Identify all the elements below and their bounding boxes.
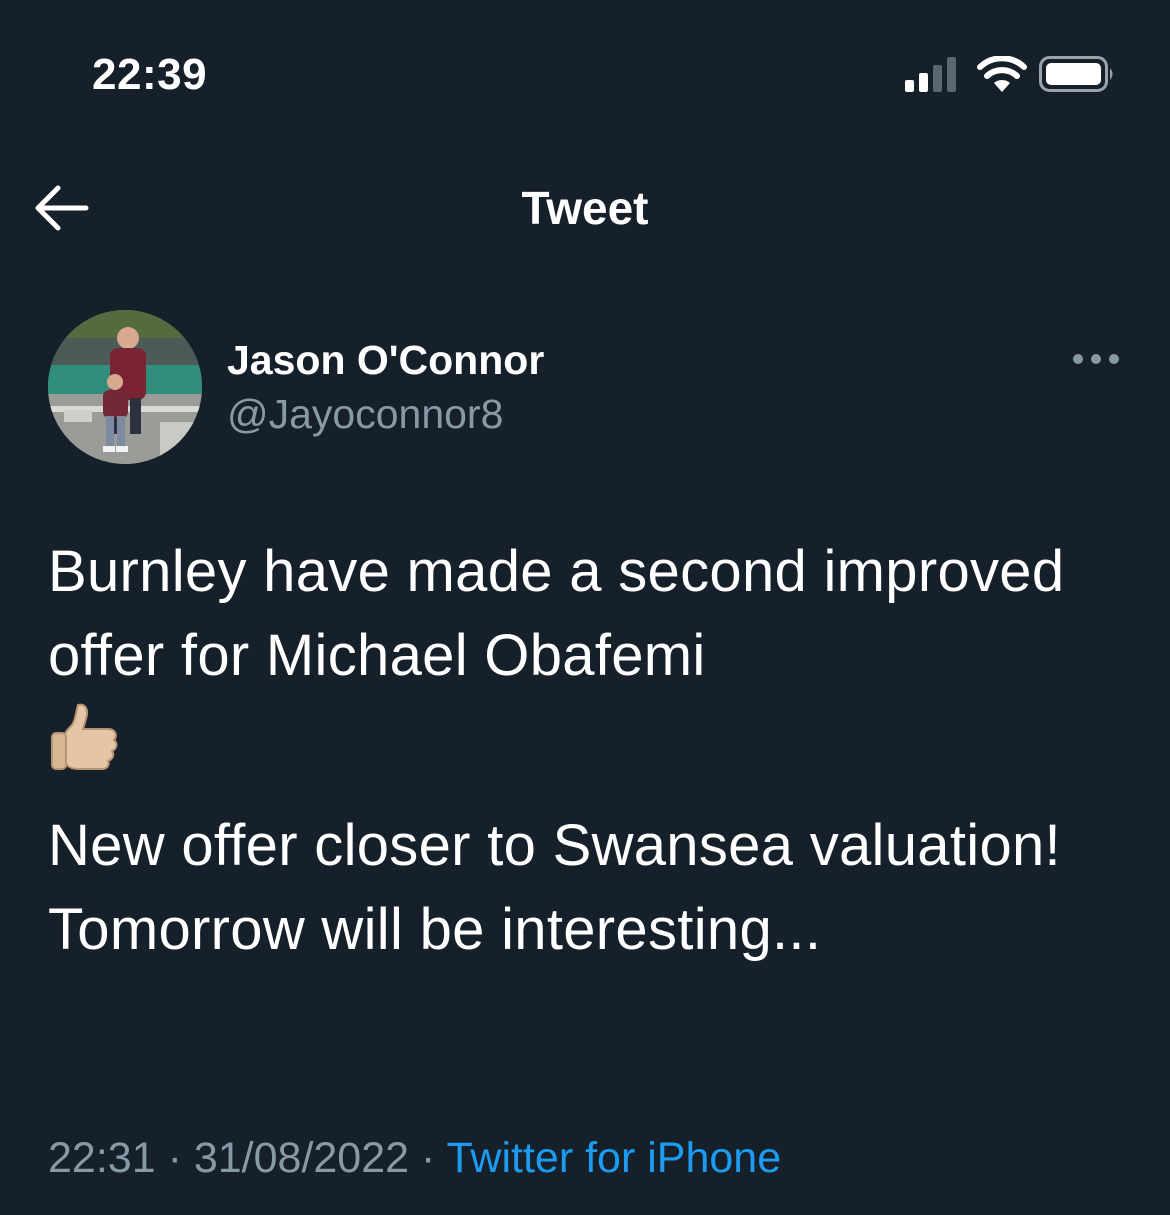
avatar[interactable] (48, 310, 202, 464)
tweet-detail-screen: 22:39 Tweet Jason O'Connor @Jayoconnor8 … (0, 0, 1170, 1215)
tweet-time: 22:31 (48, 1134, 156, 1182)
meta-separator: · (421, 1134, 436, 1182)
meta-separator: · (167, 1134, 182, 1182)
tweet-source-link[interactable]: Twitter for iPhone (447, 1134, 782, 1182)
cellular-signal-icon (905, 56, 961, 92)
tweet-paragraph: Burnley have made a second improved offe… (48, 530, 1128, 782)
wifi-icon (977, 56, 1027, 92)
tweet-date: 31/08/2022 (193, 1134, 410, 1182)
page-title: Tweet (521, 182, 649, 234)
tweet-text: Burnley have made a second improved offe… (48, 530, 1128, 972)
thumbs-up-emoji-icon (51, 703, 118, 770)
tweet-meta: 22:31 · 31/08/2022 · Twitter for iPhone (48, 1130, 781, 1186)
profile-photo-icon (48, 310, 202, 464)
author-name[interactable]: Jason O'Connor (227, 334, 544, 386)
status-time: 22:39 (92, 50, 208, 99)
author-handle[interactable]: @Jayoconnor8 (227, 388, 503, 440)
tweet-paragraph-text: Burnley have made a second improved offe… (48, 539, 1065, 688)
battery-icon (1039, 56, 1113, 92)
tweet-paragraph: New offer closer to Swansea valuation! T… (48, 813, 1061, 962)
more-horizontal-icon[interactable] (1068, 344, 1124, 374)
status-icons (905, 52, 1120, 96)
